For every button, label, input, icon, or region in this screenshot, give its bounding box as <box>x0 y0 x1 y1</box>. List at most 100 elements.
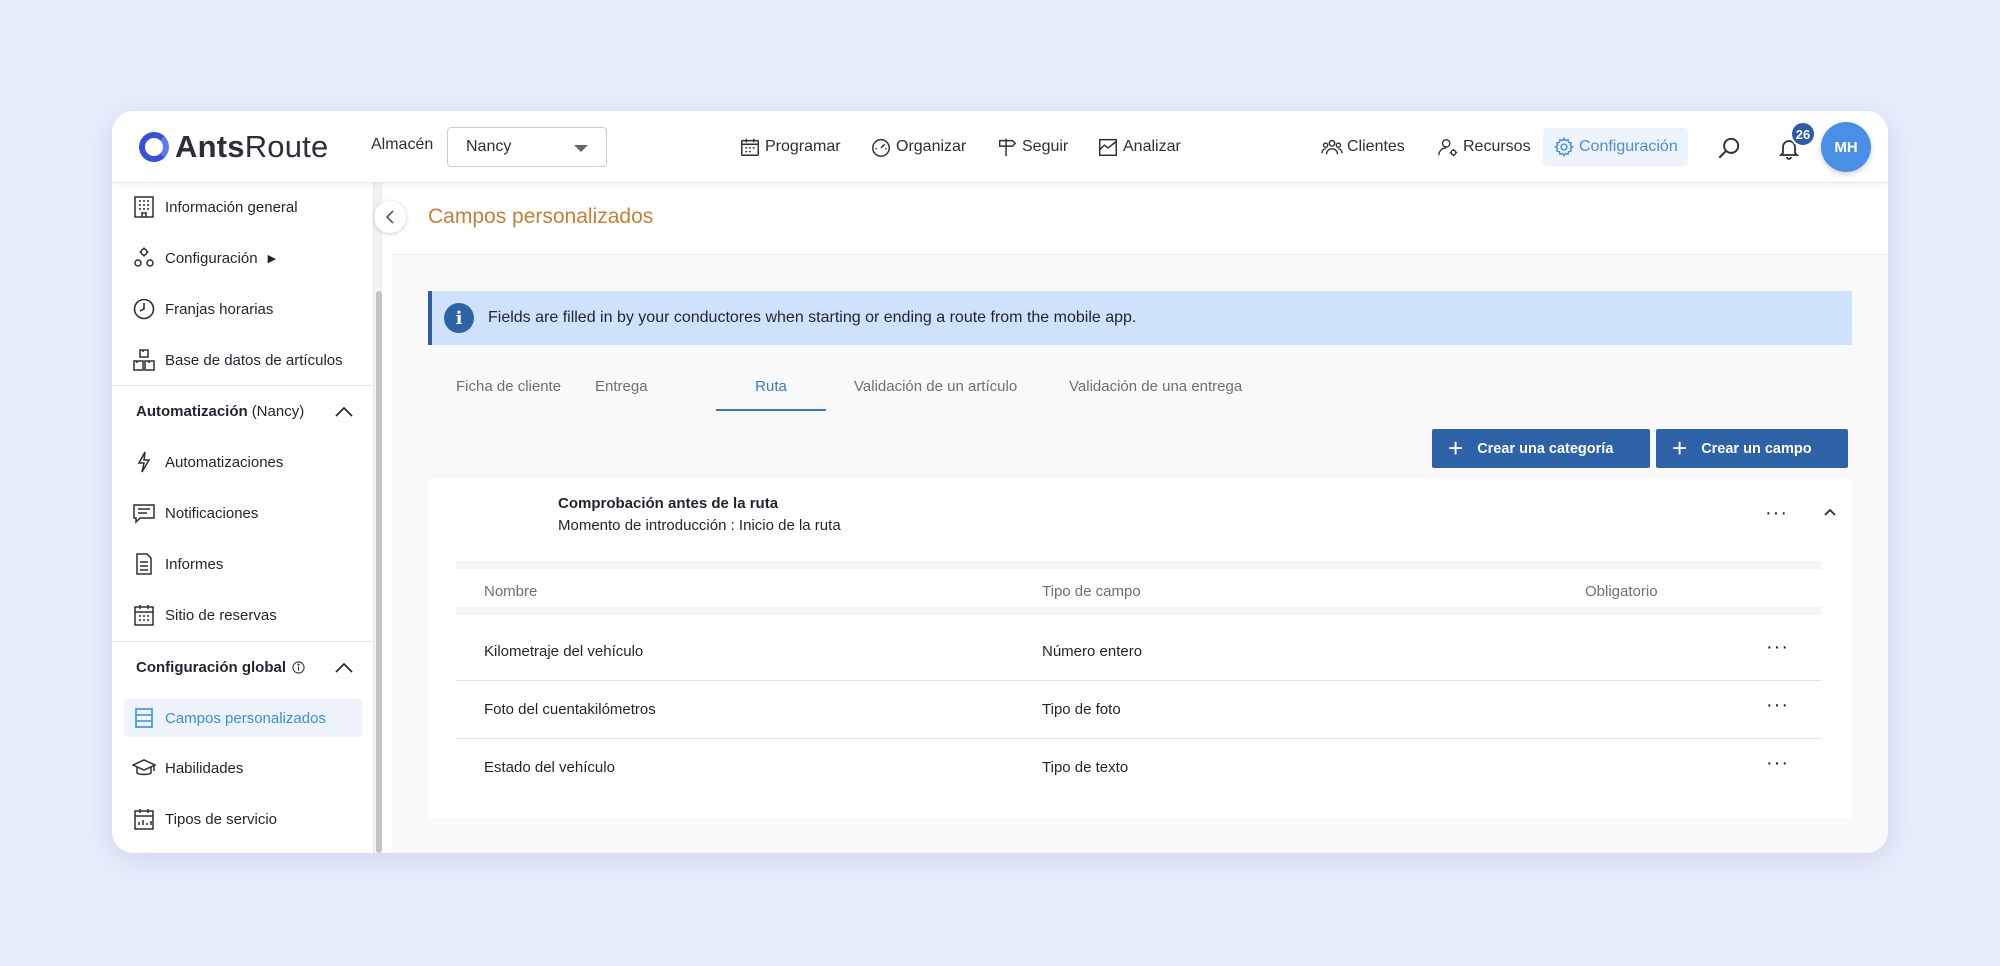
sidebar-item-campos-personalizados[interactable]: Campos personalizados <box>124 699 362 737</box>
caret-down-icon <box>574 145 588 152</box>
sidebar: Información general Configuración ▶ Fran… <box>112 183 374 853</box>
gear-icon <box>1554 136 1574 158</box>
store-select[interactable]: Nancy <box>447 127 607 167</box>
sidebar-item-automatizaciones[interactable]: Automatizaciones <box>132 444 362 480</box>
nav-seguir[interactable]: Seguir <box>996 133 1068 161</box>
table-header: Nombre Tipo de campo Obligatorio <box>456 561 1822 615</box>
sidebar-item-label: Franjas horarias <box>165 300 274 318</box>
create-field-button[interactable]: + Crear un campo <box>1656 429 1848 468</box>
tab-validacion-entrega[interactable]: Validación de una entrega <box>1069 365 1242 411</box>
sidebar-divider <box>112 385 374 386</box>
users-icon <box>1321 139 1343 155</box>
create-field-label: Crear un campo <box>1701 440 1812 457</box>
nav-label: Analizar <box>1123 138 1181 155</box>
table-row: Kilometraje del vehículo Número entero ·… <box>456 623 1822 681</box>
sidebar-item-notificaciones[interactable]: Notificaciones <box>132 495 362 531</box>
sidebar-item-configuracion[interactable]: Configuración ▶ <box>132 240 362 276</box>
page-header: Campos personalizados <box>392 183 1888 255</box>
tab-ruta[interactable]: Ruta <box>716 365 826 411</box>
row-more-button[interactable]: ··· <box>1766 637 1789 657</box>
clock-icon <box>133 298 155 320</box>
chart-icon <box>1099 138 1117 156</box>
sidebar-item-informes[interactable]: Informes <box>132 546 362 582</box>
message-icon <box>133 504 155 524</box>
gauge-icon <box>872 138 890 157</box>
chevron-up-icon <box>335 406 353 417</box>
gears-icon <box>134 247 154 267</box>
chevron-up-icon <box>335 662 353 673</box>
sidebar-item-label: Sitio de reservas <box>165 606 277 624</box>
field-name: Kilometraje del vehículo <box>484 643 644 660</box>
plus-icon: + <box>1672 432 1688 463</box>
tab-entrega[interactable]: Entrega <box>595 365 648 411</box>
calendar-grid-icon <box>134 605 154 626</box>
chevron-up-icon[interactable] <box>1823 507 1837 517</box>
info-icon: i <box>444 303 474 333</box>
category-more-button[interactable]: ··· <box>1765 503 1788 523</box>
info-circle-icon <box>292 661 305 674</box>
calendar-icon <box>741 138 759 156</box>
info-banner: i Fields are filled in by your conductor… <box>428 291 1852 345</box>
user-avatar[interactable]: MH <box>1821 122 1871 172</box>
column-header-obligatorio: Obligatorio <box>1585 583 1658 600</box>
field-name: Estado del vehículo <box>484 759 615 776</box>
sidebar-item-label: Notificaciones <box>165 504 259 522</box>
sidebar-item-informacion-general[interactable]: Información general <box>132 189 362 225</box>
nav-recursos[interactable]: Recursos <box>1437 133 1531 161</box>
search-button[interactable] <box>1714 133 1744 163</box>
field-name: Foto del cuentakilómetros <box>484 701 656 718</box>
sidebar-item-label: Información general <box>165 198 298 216</box>
row-more-button[interactable]: ··· <box>1766 695 1789 715</box>
sidebar-item-label: Habilidades <box>165 759 244 777</box>
section-title: Automatización <box>136 403 248 420</box>
sidebar-item-label: Tipos de servicio <box>165 810 277 828</box>
collapse-sidebar-button[interactable] <box>374 201 406 233</box>
category-card: Comprobación antes de la ruta Momento de… <box>428 479 1852 819</box>
user-gear-icon <box>1438 138 1458 157</box>
plus-icon: + <box>1448 432 1464 463</box>
antsroute-logo[interactable]: AntsRoute <box>139 127 328 167</box>
app-window: AntsRoute Almacén Nancy Programar Organi… <box>112 111 1888 853</box>
graduation-cap-icon <box>132 759 156 776</box>
building-icon <box>134 196 154 218</box>
section-suffix: (Nancy) <box>251 403 305 420</box>
nav-configuracion[interactable]: Configuración <box>1543 128 1688 166</box>
nav-analizar[interactable]: Analizar <box>1097 133 1181 161</box>
section-configuracion-global[interactable]: Configuración global <box>136 659 364 676</box>
store-label: Almacén <box>371 136 434 153</box>
field-type: Tipo de texto <box>1042 759 1129 776</box>
top-bar: AntsRoute Almacén Nancy Programar Organi… <box>112 111 1888 183</box>
sidebar-item-habilidades[interactable]: Habilidades <box>132 750 362 786</box>
nav-clientes[interactable]: Clientes <box>1321 133 1405 161</box>
sidebar-item-label: Base de datos de artículos <box>165 351 343 369</box>
tab-ficha-de-cliente[interactable]: Ficha de cliente <box>428 365 561 411</box>
field-type: Número entero <box>1042 643 1143 660</box>
document-icon <box>136 553 152 575</box>
chevron-left-icon <box>385 210 394 224</box>
nav-label: Organizar <box>896 138 967 155</box>
sidebar-item-base-de-datos[interactable]: Base de datos de artículos <box>132 342 362 378</box>
nav-programar[interactable]: Programar <box>739 133 841 161</box>
signpost-icon <box>998 138 1017 157</box>
table-row: Foto del cuentakilómetros Tipo de foto ·… <box>456 681 1822 739</box>
sidebar-divider <box>112 641 374 642</box>
table-row: Estado del vehículo Tipo de texto ··· <box>456 739 1822 797</box>
sidebar-item-franjas-horarias[interactable]: Franjas horarias <box>132 291 362 327</box>
notification-badge: 26 <box>1790 121 1816 147</box>
nav-organizar[interactable]: Organizar <box>870 133 966 161</box>
sidebar-item-label: Configuración <box>165 249 258 267</box>
sidebar-item-label: Informes <box>165 555 224 573</box>
create-category-button[interactable]: + Crear una categoría <box>1432 429 1650 468</box>
nav-label: Programar <box>765 138 841 155</box>
tab-validacion-articulo[interactable]: Validación de un artículo <box>854 365 1017 411</box>
row-more-button[interactable]: ··· <box>1766 753 1789 773</box>
sidebar-item-sitio-de-reservas[interactable]: Sitio de reservas <box>132 597 362 633</box>
logo-mark-icon <box>139 132 169 162</box>
info-text: Fields are filled in by your conductores… <box>488 309 1137 326</box>
section-automatizacion[interactable]: Automatización (Nancy) <box>136 403 364 420</box>
sidebar-scrollbar-thumb[interactable] <box>376 291 382 853</box>
category-title: Comprobación antes de la ruta <box>558 495 779 512</box>
nav-label: Configuración <box>1579 138 1678 155</box>
sidebar-item-tipos-de-servicio[interactable]: Tipos de servicio <box>132 801 362 837</box>
boxes-icon <box>133 349 155 371</box>
